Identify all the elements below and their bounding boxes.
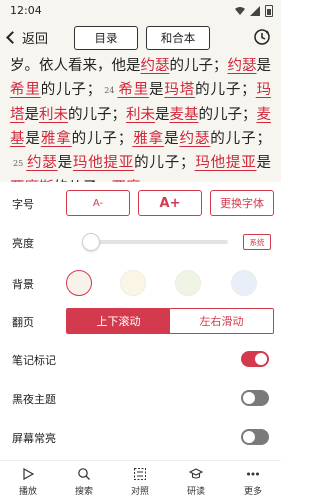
person-name-link[interactable]: 玛他提亚: [73, 155, 134, 171]
study-icon: [189, 468, 203, 479]
scripture-text-segment: 的儿子；: [71, 131, 133, 147]
signal-icon: [250, 6, 260, 16]
brightness-slider-knob[interactable]: [82, 233, 100, 251]
background-label: 背景: [12, 278, 34, 291]
compare-icon: [134, 468, 146, 480]
keep-screen-on-toggle[interactable]: [241, 429, 269, 445]
nav-study[interactable]: 研读: [168, 461, 224, 501]
background-swatch-2[interactable]: [120, 270, 146, 296]
scripture-text-segment: 的儿子；: [195, 82, 256, 98]
verse-number: 25: [13, 159, 24, 168]
nav-more-label: 更多: [243, 487, 262, 497]
increase-font-button[interactable]: A+: [138, 190, 202, 216]
reading-area[interactable]: 岁。依人看来，他是约瑟的儿子；约瑟是希里的儿子； 24 希里是玛塔的儿子；玛塔是利未…: [0, 54, 281, 182]
nav-play-label: 播放: [18, 487, 37, 497]
person-name-link[interactable]: 利未: [126, 107, 155, 123]
nav-more[interactable]: 更多: [225, 461, 281, 501]
scripture-text-segment: 的儿子；: [210, 131, 271, 147]
nav-compare[interactable]: 对照: [112, 461, 168, 501]
person-name-link[interactable]: 希里: [117, 82, 149, 98]
parallel-version-button[interactable]: 和合本: [146, 26, 210, 50]
person-name-link[interactable]: 雅拿: [41, 131, 72, 147]
nav-study-label: 研读: [186, 487, 205, 497]
person-name-link[interactable]: 约瑟: [179, 131, 210, 147]
nav-compare-label: 对照: [130, 487, 149, 497]
person-name-link[interactable]: 约瑟: [26, 155, 57, 171]
night-theme-toggle[interactable]: [241, 390, 269, 406]
person-name-link[interactable]: 玛塔: [164, 82, 195, 98]
scripture-text-segment: 的儿子；: [68, 107, 126, 123]
change-font-button[interactable]: 更换字体: [210, 190, 274, 216]
scripture-text: 岁。依人看来，他是约瑟的儿子；约瑟是希里的儿子； 24 希里是玛塔的儿子；玛塔是利未…: [0, 54, 281, 182]
background-swatch-1[interactable]: [66, 270, 92, 296]
font-size-label: 字号: [12, 198, 34, 211]
brightness-row: 亮度 系统: [0, 230, 281, 254]
person-name-link[interactable]: 麦基: [170, 107, 199, 123]
scripture-text-segment: 是: [256, 155, 272, 171]
scripture-text-segment: 的儿子；: [198, 107, 257, 123]
chevron-left-icon: [6, 31, 19, 44]
swipe-horizontal-option[interactable]: 左右滑动: [170, 309, 273, 333]
person-name-link[interactable]: 利未: [39, 107, 68, 123]
status-bar: 12:04: [0, 0, 281, 22]
scroll-vertical-option[interactable]: 上下滚动: [67, 309, 170, 333]
search-icon: [78, 468, 90, 480]
bottom-nav: 播放 搜索 对照 研读 更多: [0, 460, 281, 501]
nav-play[interactable]: 播放: [0, 461, 56, 501]
scripture-text-segment: 的儿子；: [134, 155, 195, 171]
scripture-text-segment: 是: [24, 107, 40, 123]
brightness-slider[interactable]: [82, 233, 228, 251]
play-icon: [23, 467, 35, 481]
scripture-text-segment: 是: [256, 58, 272, 74]
reading-settings-panel: 字号 A- A+ 更换字体 亮度 系统 背景 翻页 上下滚动 左右滑动 笔记标记…: [0, 182, 281, 460]
person-name-link[interactable]: 玛他提亚: [195, 155, 257, 171]
wifi-icon: [235, 7, 245, 15]
history-clock-icon[interactable]: [253, 28, 271, 46]
verse-number: 24: [104, 86, 115, 95]
scripture-text-segment: 是: [155, 107, 170, 123]
person-name-link[interactable]: 希里: [10, 82, 41, 98]
toggle-knob: [243, 392, 255, 404]
scripture-text-segment: 的儿子；: [40, 82, 102, 98]
page-turn-row: 翻页 上下滚动 左右滑动: [0, 308, 281, 334]
nav-search[interactable]: 搜索: [56, 461, 112, 501]
scripture-text-segment: 是: [164, 131, 180, 147]
system-brightness-button[interactable]: 系统: [243, 234, 271, 250]
keep-screen-on-label: 屏幕常亮: [12, 432, 56, 445]
decrease-font-button[interactable]: A-: [66, 190, 130, 216]
scripture-text-segment: 是: [149, 82, 165, 98]
person-name-link[interactable]: 约瑟: [228, 58, 257, 74]
status-icons: [235, 5, 273, 17]
contents-button[interactable]: 目录: [74, 26, 138, 50]
battery-icon: [265, 5, 273, 17]
brightness-label: 亮度: [12, 237, 34, 250]
keep-screen-on-row: 屏幕常亮: [0, 426, 281, 448]
status-time: 12:04: [10, 4, 42, 17]
background-swatch-4[interactable]: [231, 270, 257, 296]
top-bar: 返回 目录 和合本: [0, 22, 281, 54]
night-theme-row: 黑夜主题: [0, 387, 281, 409]
page-turn-label: 翻页: [12, 316, 34, 329]
note-marks-label: 笔记标记: [12, 354, 56, 367]
note-marks-row: 笔记标记: [0, 348, 281, 370]
scripture-text-segment: 是: [57, 155, 73, 171]
note-marks-toggle[interactable]: [241, 351, 269, 367]
back-button[interactable]: 返回: [6, 28, 49, 47]
night-theme-label: 黑夜主题: [12, 393, 56, 406]
toggle-knob: [255, 353, 267, 365]
page-turn-segmented-control: 上下滚动 左右滑动: [66, 308, 274, 334]
more-icon: [247, 472, 259, 476]
background-row: 背景: [0, 268, 281, 298]
nav-search-label: 搜索: [74, 487, 93, 497]
scripture-text-segment: 岁。依人看来，他是: [10, 58, 141, 74]
scripture-text-segment: 的儿子；: [169, 58, 228, 74]
background-swatch-3[interactable]: [175, 270, 201, 296]
toggle-knob: [243, 431, 255, 443]
scripture-text-segment: 是: [25, 131, 41, 147]
back-label: 返回: [22, 32, 49, 47]
person-name-link[interactable]: 雅拿: [132, 131, 164, 147]
font-size-row: 字号 A- A+ 更换字体: [0, 190, 281, 216]
person-name-link[interactable]: 约瑟: [141, 58, 170, 74]
